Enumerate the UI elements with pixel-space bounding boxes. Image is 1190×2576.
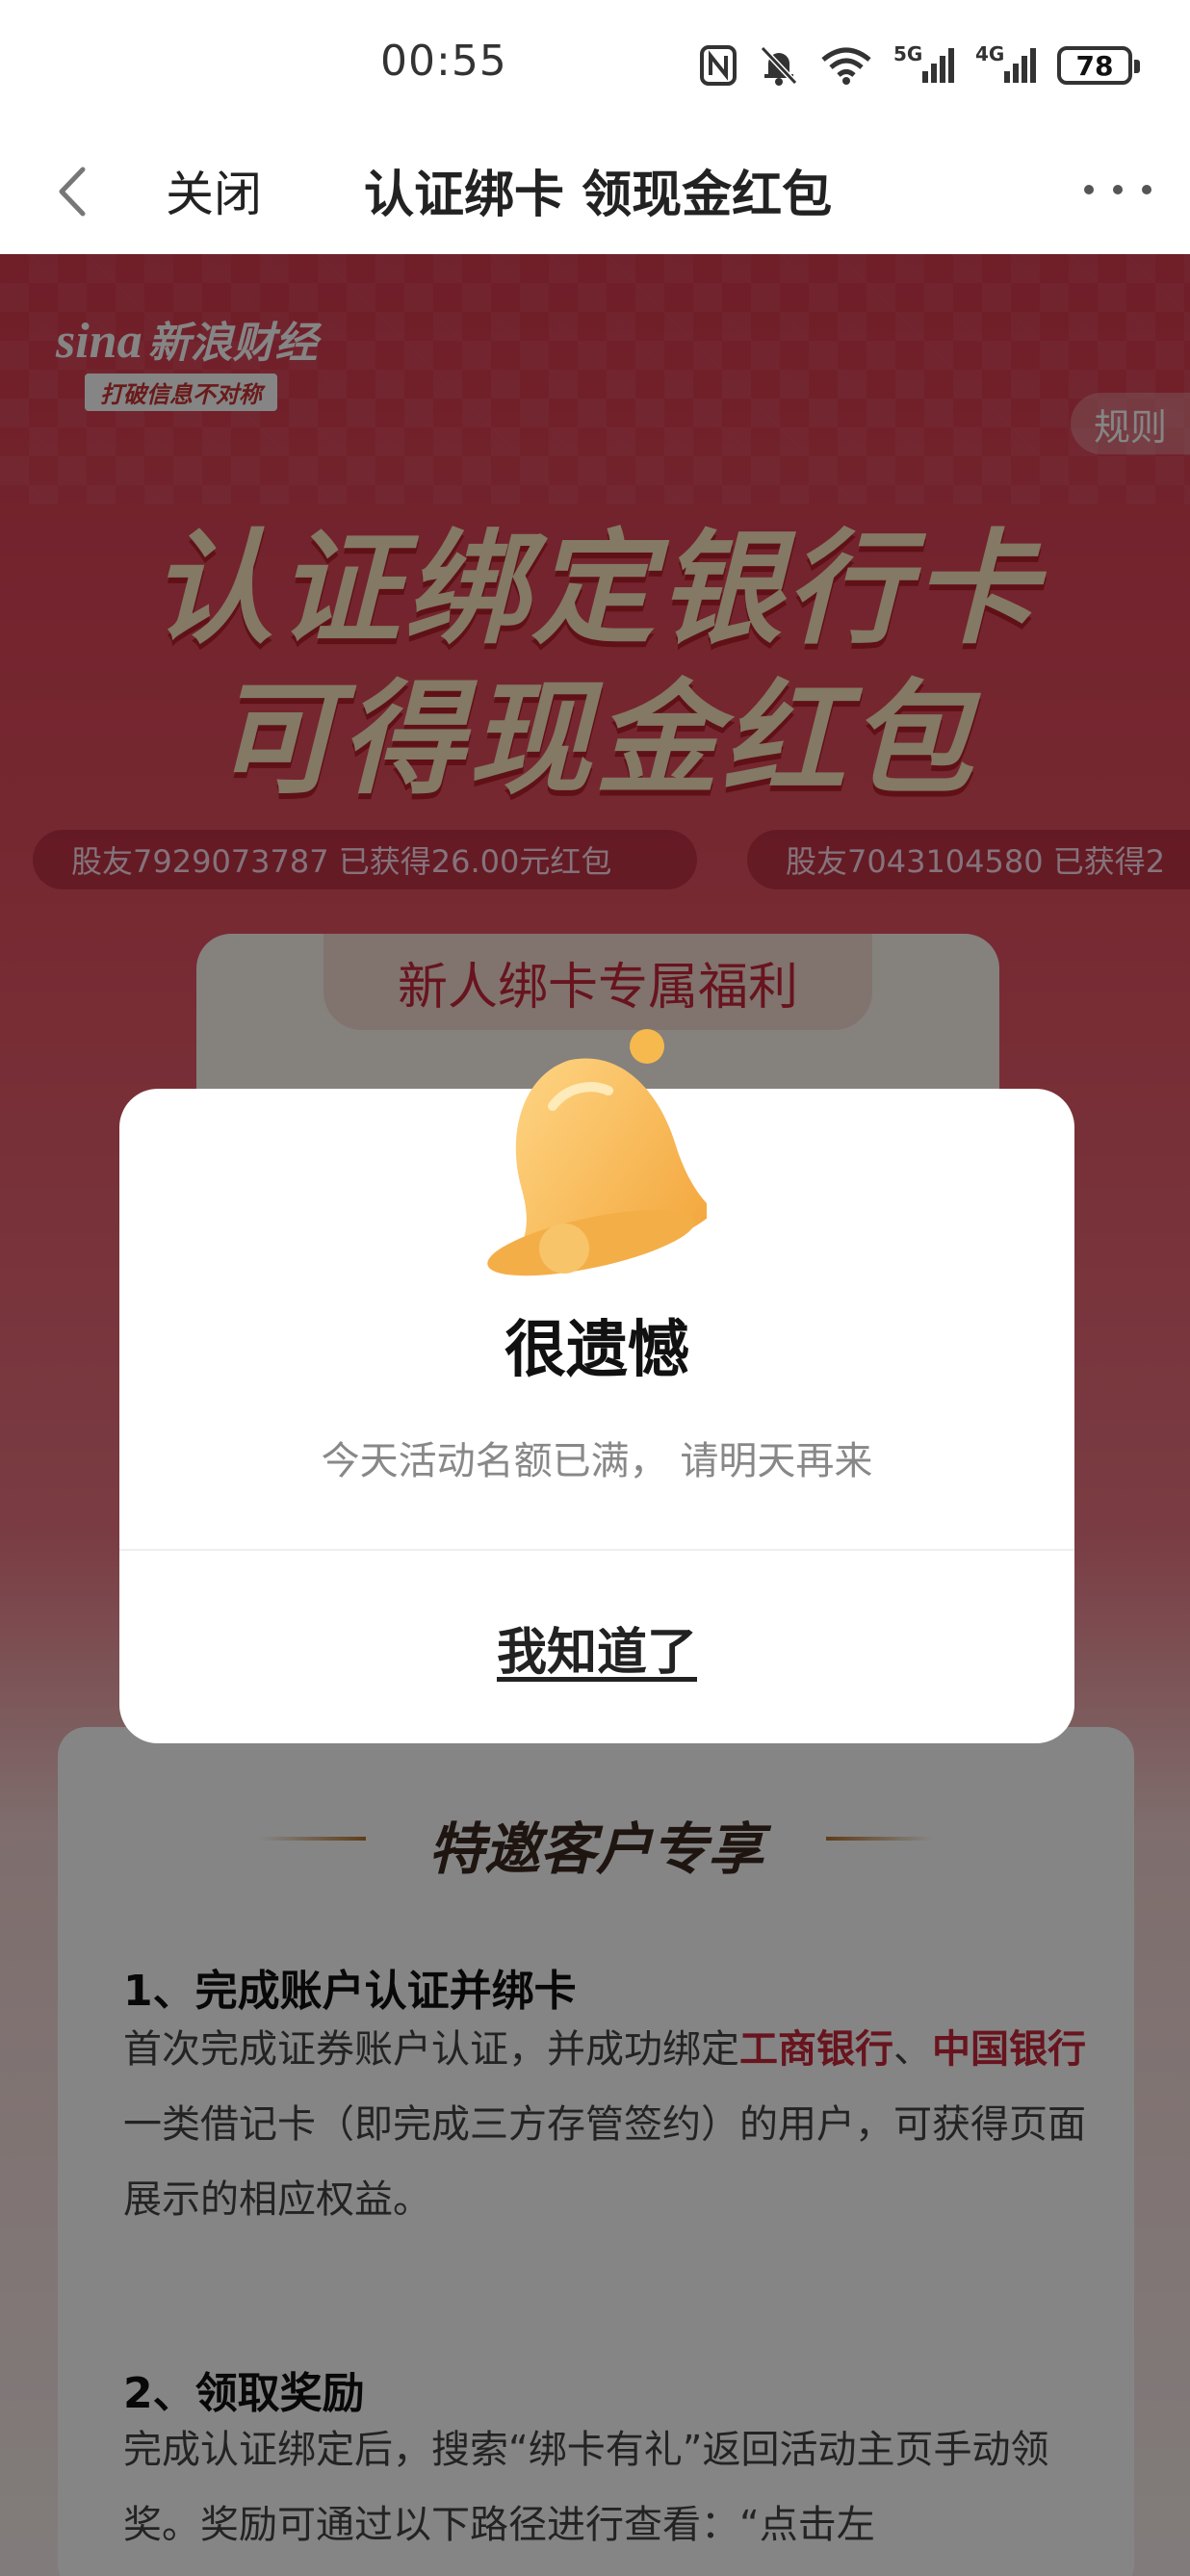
confirm-button[interactable]: 我知道了 — [119, 1551, 1074, 1743]
page-title: 认证绑卡 领现金红包 — [364, 167, 833, 224]
mute-bell-icon — [759, 44, 799, 87]
back-icon[interactable] — [46, 158, 104, 225]
more-options-icon[interactable] — [1084, 166, 1151, 214]
signal-4g-icon: 4G — [975, 42, 1036, 83]
status-icons: 5G 4G 78 — [699, 39, 1140, 92]
navigation-bar: 关闭 认证绑卡 领现金红包 — [0, 131, 1190, 254]
dialog-message: 今天活动名额已满， 请明天再来 — [321, 1439, 873, 1483]
wifi-icon — [820, 46, 872, 85]
battery-indicator: 78 — [1057, 46, 1140, 85]
bell-icon — [476, 1019, 715, 1279]
dialog-title: 很遗憾 — [504, 1315, 689, 1386]
signal-5g-icon: 5G — [893, 42, 954, 83]
signal-5g-label: 5G — [893, 42, 923, 65]
close-button[interactable]: 关闭 — [166, 156, 262, 225]
status-bar: 00:55 5G 4G 78 — [0, 0, 1190, 131]
notice-dialog: 很遗憾 今天活动名额已满， 请明天再来 我知道了 — [119, 1029, 1074, 1743]
status-time: 00:55 — [380, 37, 507, 86]
nfc-icon — [699, 44, 737, 87]
signal-4g-label: 4G — [975, 42, 1005, 65]
